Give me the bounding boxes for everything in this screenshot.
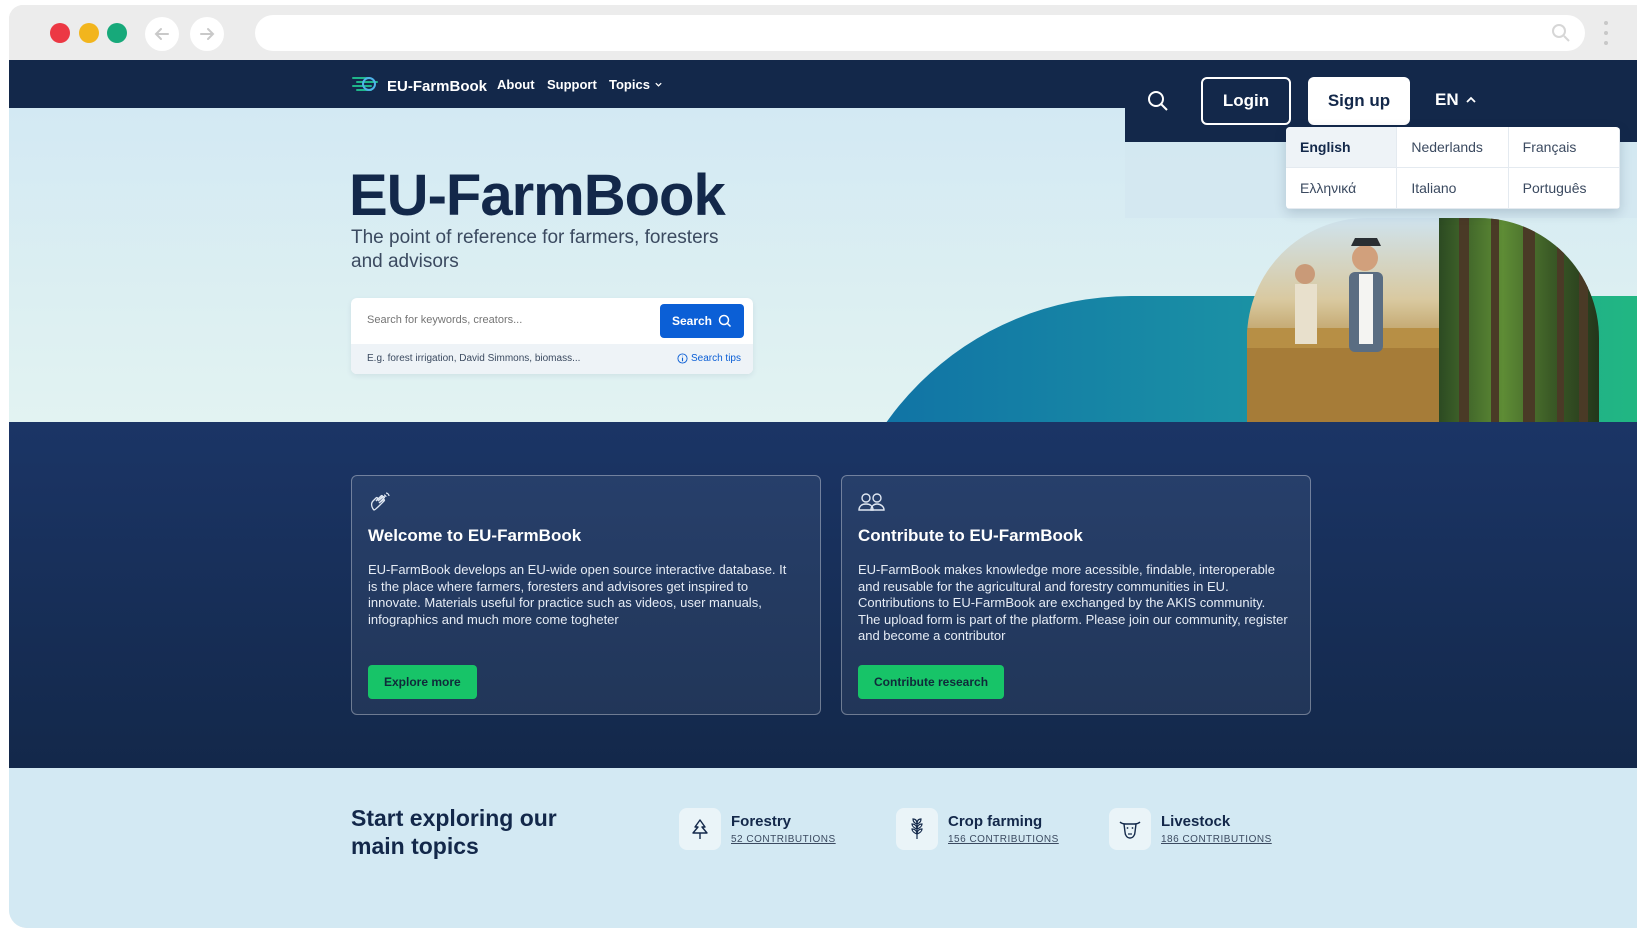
search-button[interactable]: Search — [660, 304, 744, 338]
browser-chrome — [9, 5, 1637, 60]
explore-more-button[interactable]: Explore more — [368, 665, 477, 699]
chevron-up-icon — [1465, 96, 1476, 103]
topic-forestry-count[interactable]: 52 CONTRIBUTIONS — [731, 834, 836, 845]
language-option-italian[interactable]: Italiano — [1397, 168, 1509, 209]
contribute-card-title: Contribute to EU-FarmBook — [858, 526, 1083, 545]
topic-crop-farming-name: Crop farming — [948, 813, 1043, 830]
language-code: EN — [1435, 90, 1459, 109]
arrow-left-icon[interactable] — [145, 17, 179, 51]
search-tips-link[interactable]: Search tips — [677, 353, 741, 364]
kebab-menu-icon[interactable] — [1603, 21, 1609, 45]
search-icon — [1551, 23, 1571, 48]
users-icon — [858, 492, 886, 517]
nav-about-link[interactable]: About — [497, 77, 535, 92]
arrow-right-icon[interactable] — [190, 17, 224, 51]
search-hint-bar: E.g. forest irrigation, David Simmons, b… — [351, 344, 753, 374]
maximize-window-button[interactable] — [107, 23, 127, 43]
nav-topics-label: Topics — [609, 77, 650, 92]
search-icon — [718, 314, 732, 328]
topic-crop-farming[interactable]: Crop farming 156 CONTRIBUTIONS — [896, 808, 1059, 850]
contribute-card-body: EU-FarmBook makes knowledge more acessib… — [858, 562, 1288, 643]
search-input[interactable] — [367, 314, 637, 326]
topic-forestry-name: Forestry — [731, 813, 792, 830]
welcome-card-body: EU-FarmBook develops an EU-wide open sou… — [368, 562, 787, 627]
language-option-greek[interactable]: Ελληνικά — [1286, 168, 1398, 209]
web-page: EU-FarmBook About Support Topics EU-Farm… — [9, 60, 1637, 928]
language-dropdown-menu: English Nederlands Français Ελληνικά Ita… — [1286, 127, 1620, 209]
contribute-card: Contribute to EU-FarmBook EU-FarmBook ma… — [841, 475, 1311, 715]
browser-window: EU-FarmBook About Support Topics EU-Farm… — [9, 5, 1637, 928]
search-tips-label: Search tips — [690, 353, 741, 364]
info-icon — [677, 353, 688, 364]
contribute-research-button[interactable]: Contribute research — [858, 665, 1005, 699]
forest-image — [1439, 218, 1599, 422]
nav-topics-dropdown[interactable]: Topics — [609, 77, 663, 92]
topic-forestry[interactable]: Forestry 52 CONTRIBUTIONS — [679, 808, 836, 850]
language-option-french[interactable]: Français — [1508, 127, 1620, 168]
farmers-wheat-field-image — [1247, 218, 1439, 422]
topic-livestock[interactable]: Livestock 186 CONTRIBUTIONS — [1109, 808, 1272, 850]
wheat-icon — [896, 808, 938, 850]
minimize-window-button[interactable] — [79, 23, 99, 43]
language-selector[interactable]: EN — [1435, 90, 1477, 110]
topic-crop-farming-count[interactable]: 156 CONTRIBUTIONS — [948, 834, 1059, 845]
login-button[interactable]: Login — [1201, 77, 1291, 125]
welcome-card: Welcome to EU-FarmBook EU-FarmBook devel… — [351, 475, 821, 715]
tree-icon — [679, 808, 721, 850]
hero-search-box: Search E.g. forest irrigation, David Sim… — [351, 298, 753, 374]
language-option-dutch[interactable]: Nederlands — [1397, 127, 1509, 168]
topics-section: Start exploring our main topics Forestry… — [9, 768, 1637, 928]
welcome-card-title: Welcome to EU-FarmBook — [368, 526, 582, 545]
hero-subtitle: The point of reference for farmers, fore… — [351, 227, 719, 272]
search-button-label: Search — [671, 314, 713, 328]
search-hint-text: E.g. forest irrigation, David Simmons, b… — [367, 353, 581, 364]
signup-button[interactable]: Sign up — [1308, 77, 1410, 125]
language-option-english[interactable]: English — [1286, 127, 1398, 168]
topics-title: Start exploring our main topics — [351, 805, 557, 859]
farmbook-logo-icon — [351, 72, 381, 101]
hero-title: EU-FarmBook — [349, 163, 726, 228]
topic-livestock-name: Livestock — [1161, 813, 1231, 830]
topic-livestock-count[interactable]: 186 CONTRIBUTIONS — [1161, 834, 1272, 845]
waving-hand-icon — [368, 492, 390, 519]
search-icon[interactable] — [1147, 90, 1169, 117]
cow-icon — [1109, 808, 1151, 850]
nav-support-link[interactable]: Support — [547, 77, 597, 92]
intro-cards-section: Welcome to EU-FarmBook EU-FarmBook devel… — [9, 422, 1637, 768]
address-bar[interactable] — [255, 15, 1585, 51]
brand-logo-link[interactable]: EU-FarmBook — [351, 72, 487, 101]
language-option-portuguese[interactable]: Português — [1508, 168, 1620, 209]
brand-name: EU-FarmBook — [387, 78, 488, 95]
close-window-button[interactable] — [50, 23, 70, 43]
chevron-down-icon — [655, 82, 662, 87]
